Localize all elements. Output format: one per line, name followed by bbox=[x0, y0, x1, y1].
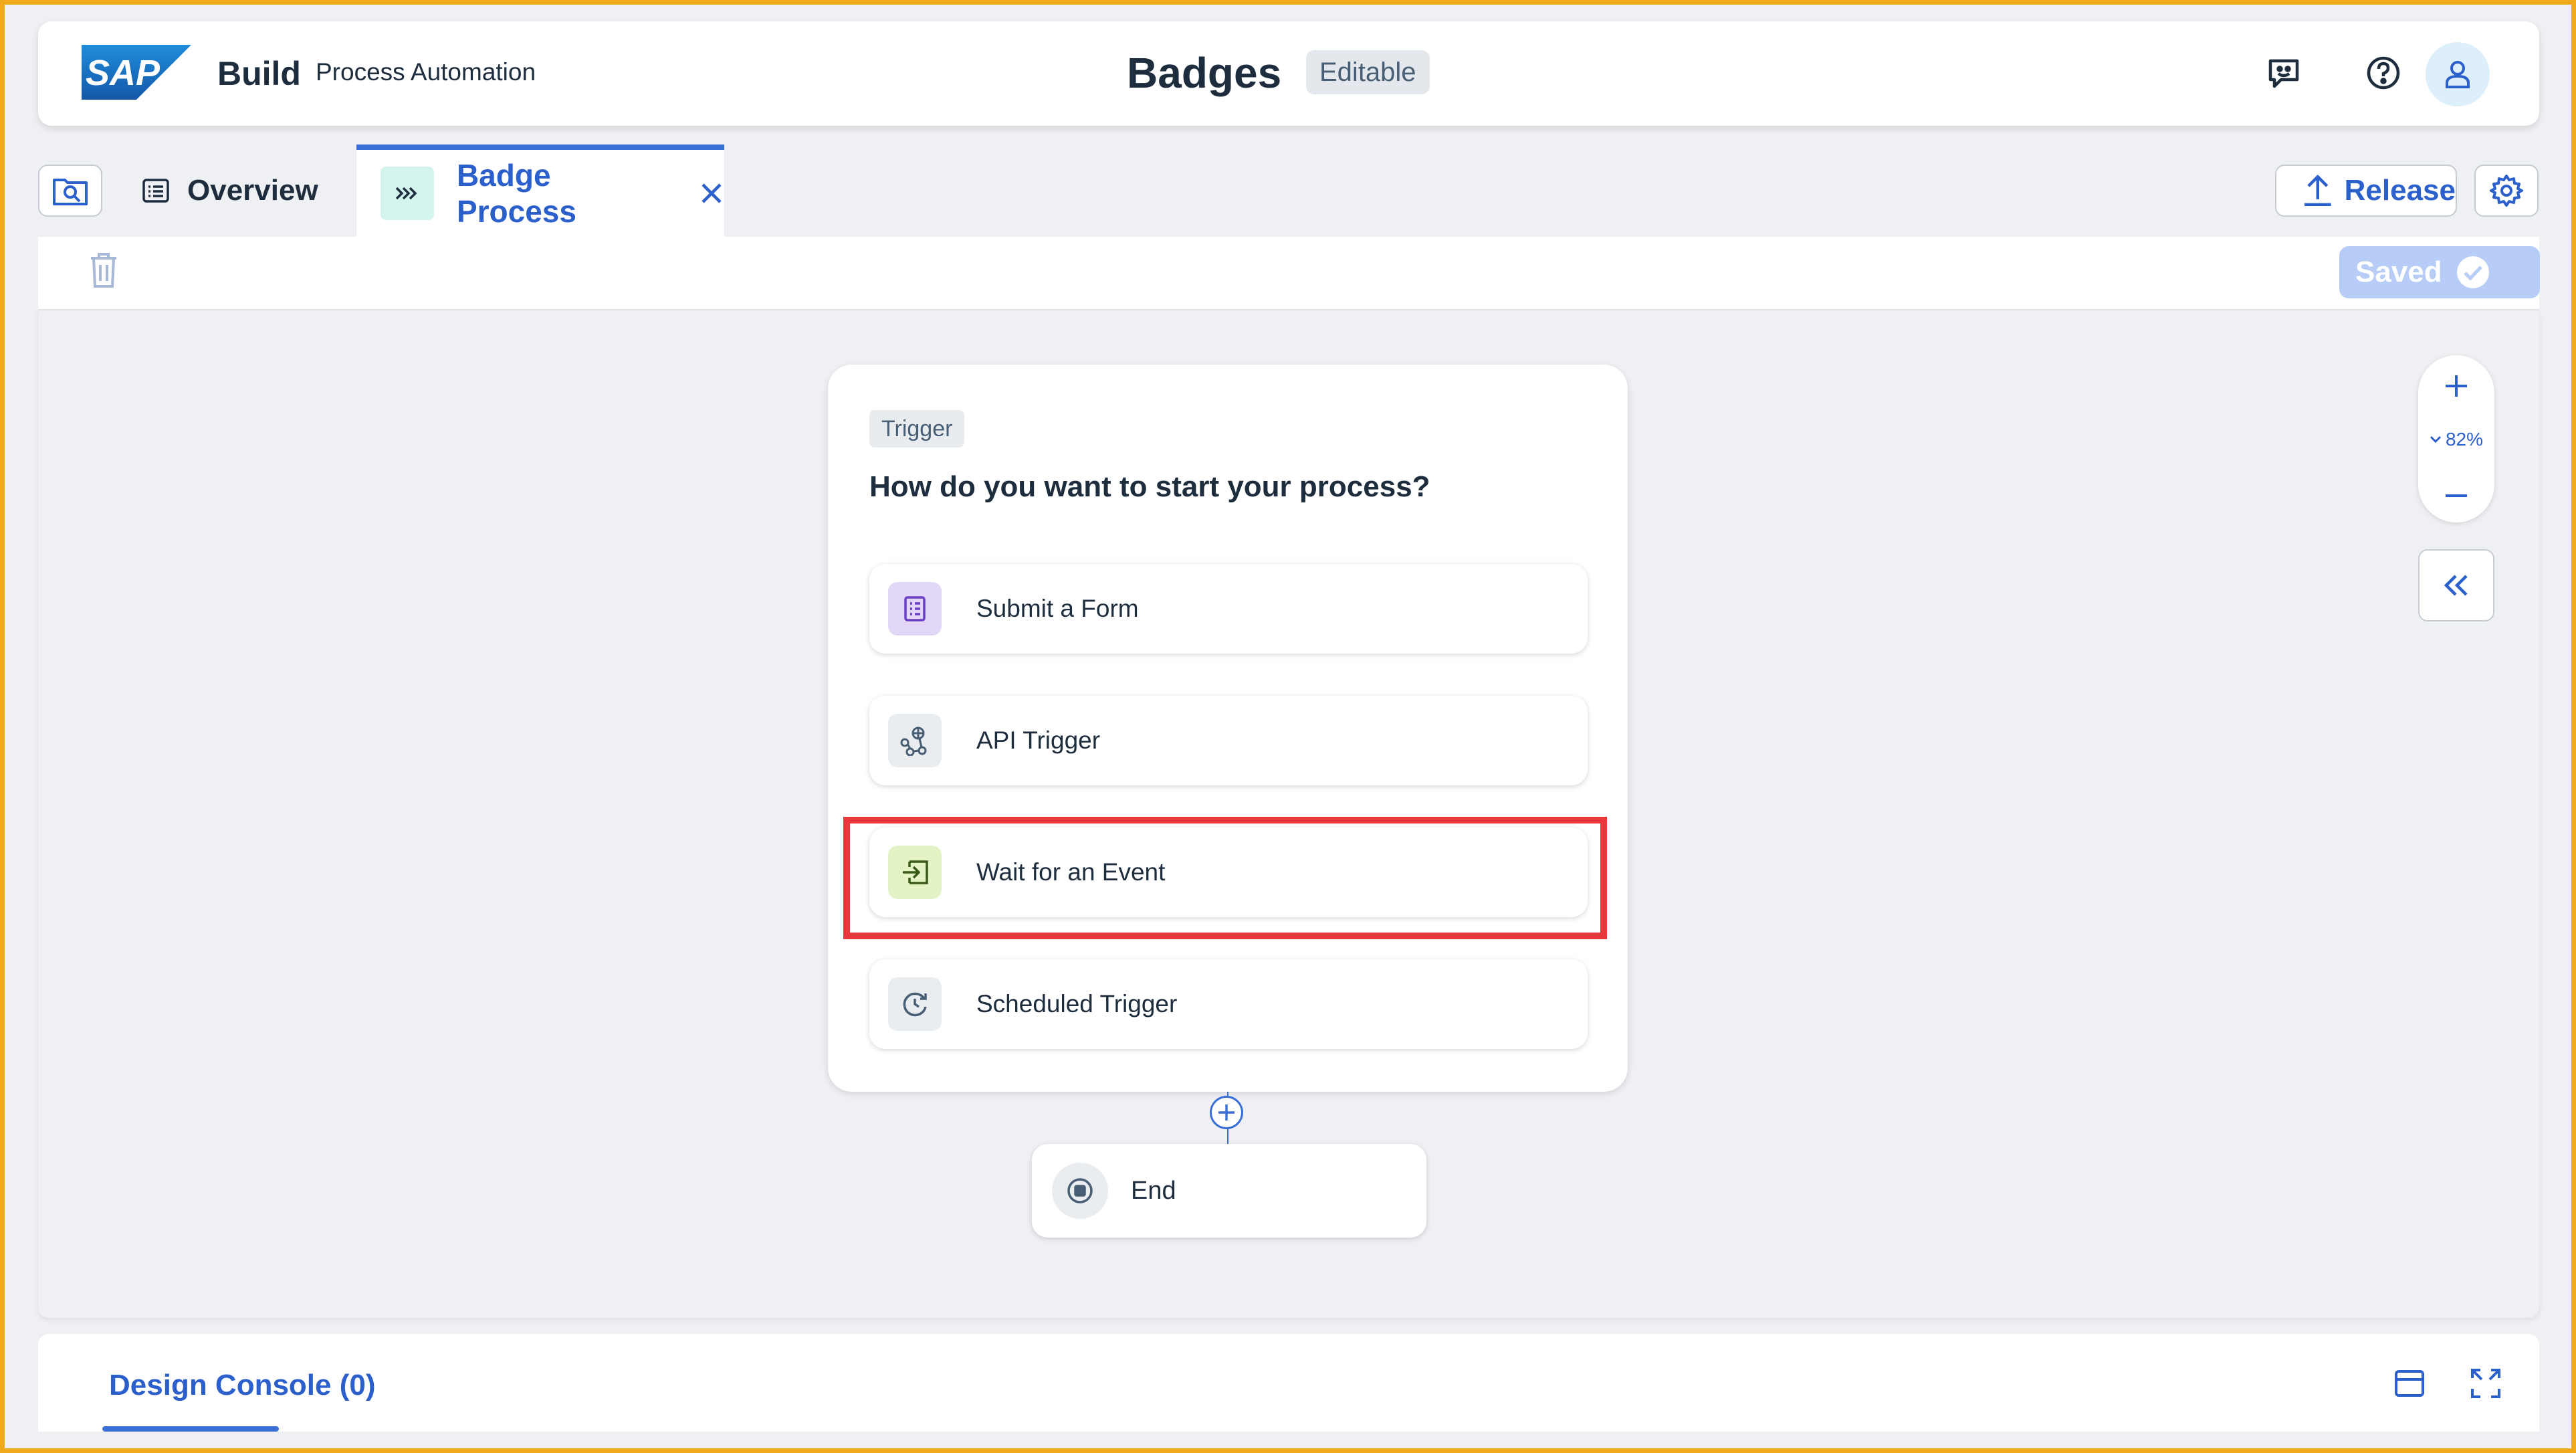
tab-badge-process-label: Badge Process bbox=[456, 158, 576, 229]
feedback-icon bbox=[2268, 59, 2299, 88]
expand-icon[interactable] bbox=[2468, 1366, 2503, 1401]
tab-badge-process[interactable]: Badge Process bbox=[356, 144, 724, 237]
option-submit-form[interactable]: Submit a Form bbox=[869, 564, 1588, 654]
chevron-down-icon bbox=[2430, 435, 2442, 444]
help-icon bbox=[2367, 56, 2400, 90]
gear-icon bbox=[2490, 175, 2523, 207]
saved-label: Saved bbox=[2355, 256, 2442, 288]
option-label: Submit a Form bbox=[976, 595, 1139, 622]
upload-icon bbox=[2304, 175, 2331, 207]
double-chevron-left-icon bbox=[2444, 575, 2468, 596]
panel-layout-icon[interactable] bbox=[2392, 1366, 2427, 1401]
user-avatar[interactable] bbox=[2426, 42, 2490, 106]
search-explorer-button[interactable] bbox=[38, 165, 102, 217]
design-console: Design Console (0) bbox=[38, 1334, 2539, 1432]
search-folder-icon bbox=[53, 179, 88, 205]
zoom-level-select[interactable]: 82% bbox=[2424, 419, 2489, 460]
design-console-tab[interactable]: Design Console (0) bbox=[109, 1369, 376, 1402]
release-button[interactable]: Release bbox=[2275, 165, 2457, 217]
api-icon bbox=[888, 714, 942, 767]
delete-icon[interactable] bbox=[88, 252, 119, 289]
highlight-box bbox=[843, 817, 1607, 939]
option-label: API Trigger bbox=[976, 726, 1101, 754]
status-badge: Editable bbox=[1306, 50, 1430, 94]
form-icon bbox=[888, 582, 942, 636]
editor-toolbar: Saved bbox=[38, 237, 2540, 310]
tab-overview[interactable]: Overview bbox=[142, 165, 318, 217]
trigger-question: How do you want to start your process? bbox=[869, 470, 1430, 503]
list-document-icon bbox=[142, 179, 169, 203]
plus-icon bbox=[1218, 1104, 1235, 1121]
user-avatar-icon bbox=[2446, 61, 2470, 88]
tab-underline bbox=[102, 1426, 279, 1432]
feedback-button[interactable] bbox=[2260, 50, 2307, 96]
end-node-label: End bbox=[1131, 1176, 1176, 1205]
schedule-icon bbox=[888, 977, 942, 1031]
zoom-level: 82% bbox=[2445, 429, 2484, 450]
saved-status-button[interactable]: Saved bbox=[2339, 246, 2540, 298]
tab-overview-label: Overview bbox=[187, 174, 318, 207]
option-scheduled-trigger[interactable]: Scheduled Trigger bbox=[869, 959, 1588, 1049]
project-title: Badges bbox=[1127, 49, 1282, 97]
option-api-trigger[interactable]: API Trigger bbox=[869, 696, 1588, 785]
sap-logo[interactable]: SAP bbox=[82, 45, 191, 100]
collapse-panel-button[interactable] bbox=[2418, 549, 2494, 621]
end-node[interactable]: End bbox=[1032, 1144, 1426, 1238]
option-label: Scheduled Trigger bbox=[976, 990, 1178, 1018]
trigger-card: Trigger How do you want to start your pr… bbox=[828, 365, 1628, 1092]
shell-header: SAP Build Process Automation Badges Edit… bbox=[38, 21, 2539, 126]
add-step-button[interactable] bbox=[1210, 1096, 1243, 1129]
brand-name: Build bbox=[217, 55, 301, 92]
sap-logo-text: SAP bbox=[86, 53, 160, 93]
product-name: Process Automation bbox=[316, 58, 536, 86]
zoom-in-icon[interactable] bbox=[2443, 373, 2470, 399]
help-button[interactable] bbox=[2360, 50, 2407, 96]
zoom-out-icon[interactable] bbox=[2443, 482, 2470, 509]
process-icon bbox=[381, 167, 434, 220]
close-tab-icon[interactable] bbox=[699, 181, 724, 206]
stop-icon bbox=[1052, 1163, 1108, 1219]
check-circle-icon bbox=[2456, 256, 2489, 288]
settings-button[interactable] bbox=[2474, 165, 2539, 217]
zoom-control: 82% bbox=[2418, 355, 2494, 522]
release-label: Release bbox=[2344, 174, 2456, 207]
trigger-tag: Trigger bbox=[869, 410, 965, 448]
